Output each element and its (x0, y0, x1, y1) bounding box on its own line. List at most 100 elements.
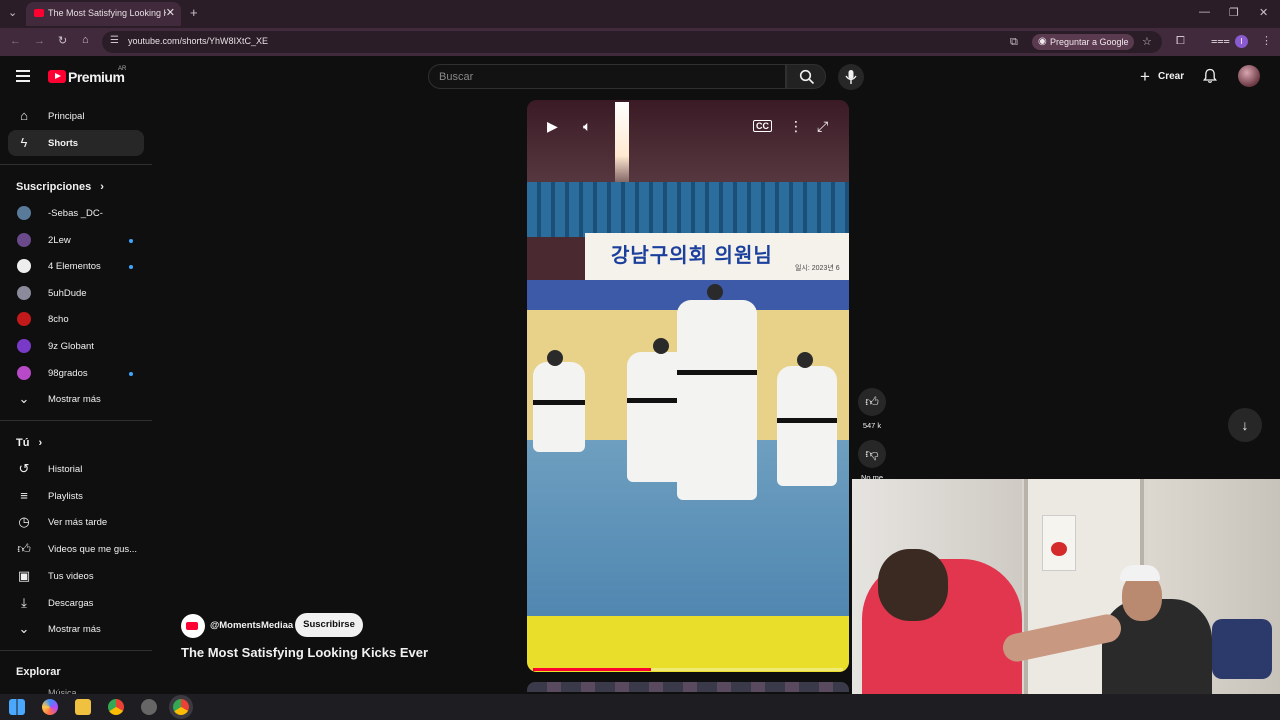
sidebar-item-liked-videos[interactable]: 👍︎ Videos que me gus... (8, 536, 144, 562)
sidebar-subscription-9z-globant[interactable]: 9z Globant (8, 333, 144, 359)
shorts-video-player[interactable]: 강남구의회 의원님 일시: 2023년 6 ▶ 🔈︎ CC ⋮ ⤢ (527, 100, 849, 672)
banner-text: 강남구의회 의원님 (611, 245, 773, 267)
sidebar-item-descargas[interactable]: ⤓ Descargas (8, 590, 144, 616)
channel-avatar (17, 366, 31, 380)
webcam-overlay (852, 479, 1280, 694)
address-bar[interactable]: ☰ youtube.com/shorts/YhW8IXtC_XE ⧉ ◉ Pre… (102, 31, 1162, 53)
chrome-icon[interactable] (108, 699, 124, 715)
new-tab-icon[interactable]: + (190, 5, 198, 20)
like-button[interactable]: 👍︎ (858, 388, 886, 416)
sidebar-item-label: Shorts (48, 138, 79, 149)
create-button[interactable]: + Crear (1132, 64, 1192, 90)
webcam-person-left-head (878, 549, 948, 621)
sidebar-item-principal[interactable]: ⌂ Principal (8, 103, 144, 129)
channel-avatar (17, 259, 31, 273)
notifications-bell-icon[interactable] (1202, 68, 1218, 84)
you-title[interactable]: Tú › (16, 437, 42, 449)
logo-text[interactable]: Premium (68, 69, 125, 85)
volume-icon[interactable]: 🔈︎ (583, 118, 591, 135)
close-window-icon[interactable]: ✕ (1259, 6, 1268, 19)
video-title[interactable]: The Most Satisfying Looking Kicks Ever (181, 645, 428, 660)
search-button[interactable] (786, 64, 826, 89)
channel-avatar (17, 312, 31, 326)
video-progress-bar[interactable] (533, 668, 843, 671)
tab-close-icon[interactable]: ✕ (166, 6, 175, 19)
captions-icon[interactable]: CC (753, 120, 772, 132)
restore-icon[interactable]: ❐ (1229, 6, 1239, 19)
sidebar-subscription-8cho[interactable]: 8cho (8, 306, 144, 332)
tab-manager-icon[interactable]: ⩶ (1211, 35, 1230, 48)
subscribe-button[interactable]: Suscribirse (295, 613, 363, 637)
minimize-icon[interactable]: — (1199, 6, 1210, 18)
sidebar-subscription-5uhdude[interactable]: 5uhDude (8, 280, 144, 306)
install-app-icon[interactable]: ⧉ (1010, 36, 1018, 49)
search-icon (799, 69, 815, 85)
browser-menu-icon[interactable]: ⋮ (1261, 34, 1272, 47)
browser-app-icon[interactable] (141, 699, 157, 715)
show-more-you-button[interactable]: ⌄ Mostrar más (8, 616, 144, 642)
sidebar-subscription-98grados[interactable]: 98grados (8, 360, 144, 386)
windows-start-icon[interactable] (9, 699, 25, 715)
profile-avatar[interactable]: I (1235, 35, 1248, 48)
sidebar-item-label: Tus videos (48, 571, 94, 582)
sidebar-item-label: 5uhDude (48, 288, 87, 299)
subscriptions-title-label: Suscripciones (16, 181, 92, 193)
show-more-subscriptions-button[interactable]: ⌄ Mostrar más (8, 386, 144, 412)
google-lens-icon: ◉ (1038, 36, 1047, 47)
chevron-right-icon: › (100, 181, 104, 193)
search-input[interactable] (439, 71, 769, 83)
bookmark-star-icon[interactable]: ☆ (1142, 35, 1152, 48)
ask-google-button[interactable]: ◉ Preguntar a Google (1032, 34, 1134, 50)
hamburger-menu-icon[interactable] (16, 70, 30, 82)
play-icon[interactable]: ▶ (547, 118, 558, 135)
browser-toolbar: ← → ↻ ⌂ ☰ youtube.com/shorts/YhW8IXtC_XE… (0, 28, 1280, 56)
sidebar: ⌂ Principal ϟ Shorts Suscripciones › -Se… (0, 100, 160, 698)
dislike-button[interactable]: 👎︎ (858, 440, 886, 468)
sidebar-item-shorts[interactable]: ϟ Shorts (8, 130, 144, 156)
youtube-header: Premium AR + Crear (0, 56, 1280, 98)
back-icon[interactable]: ← (10, 35, 21, 47)
copilot-icon[interactable] (42, 699, 58, 715)
sidebar-item-ver-mas-tarde[interactable]: ◷ Ver más tarde (8, 509, 144, 535)
home-browser-icon[interactable]: ⌂ (82, 34, 89, 46)
sidebar-item-historial[interactable]: ↺ Historial (8, 456, 144, 482)
browser-tab[interactable]: The Most Satisfying Looking Ki ✕ (26, 2, 181, 26)
sidebar-item-label: Historial (48, 464, 83, 475)
more-options-icon[interactable]: ⋮ (789, 118, 803, 135)
arrow-down-icon: ↓ (1241, 417, 1249, 433)
chevron-down-icon: ⌄ (18, 391, 30, 406)
next-short-button[interactable]: ↓ (1228, 408, 1262, 442)
search-box[interactable] (428, 64, 786, 89)
sidebar-item-label: Playlists (48, 491, 83, 502)
channel-avatar[interactable] (181, 614, 205, 638)
site-info-icon[interactable]: ☰ (110, 35, 119, 46)
file-explorer-icon[interactable] (75, 699, 91, 715)
subscriptions-title[interactable]: Suscripciones › (16, 181, 104, 193)
next-short-preview[interactable] (527, 682, 849, 692)
sidebar-item-label: 98grados (48, 368, 88, 379)
sidebar-item-label: Principal (48, 111, 85, 122)
chrome-active-icon[interactable] (173, 699, 189, 715)
sidebar-item-tus-videos[interactable]: ▣ Tus videos (8, 563, 144, 589)
channel-name[interactable]: @MomentsMediaa (210, 620, 293, 631)
extensions-icon[interactable]: ⧠ (1176, 35, 1185, 48)
tab-search-icon[interactable]: ⌄ (8, 6, 17, 19)
youtube-logo-icon[interactable] (48, 70, 66, 83)
reload-icon[interactable]: ↻ (58, 34, 67, 47)
banner-date: 일시: 2023년 6 (795, 265, 840, 272)
sidebar-item-label: 2Lew (48, 235, 71, 246)
voice-search-button[interactable] (838, 64, 864, 90)
account-avatar[interactable] (1238, 65, 1260, 87)
video-progress-fill (533, 668, 651, 671)
sidebar-item-label: 9z Globant (48, 341, 94, 352)
forward-icon[interactable]: → (34, 35, 45, 47)
sidebar-item-playlists[interactable]: ≡ Playlists (8, 483, 144, 509)
webcam-backpack (1212, 619, 1272, 679)
sidebar-item-label: -Sebas _DC- (48, 208, 103, 219)
taskbar (0, 694, 1280, 720)
fullscreen-icon[interactable]: ⤢ (817, 118, 828, 135)
sidebar-subscription-sebas[interactable]: -Sebas _DC- (8, 200, 144, 226)
like-count: 547 k (862, 421, 882, 430)
sidebar-subscription-4elementos[interactable]: 4 Elementos (8, 253, 144, 279)
sidebar-subscription-2lew[interactable]: 2Lew (8, 227, 144, 253)
